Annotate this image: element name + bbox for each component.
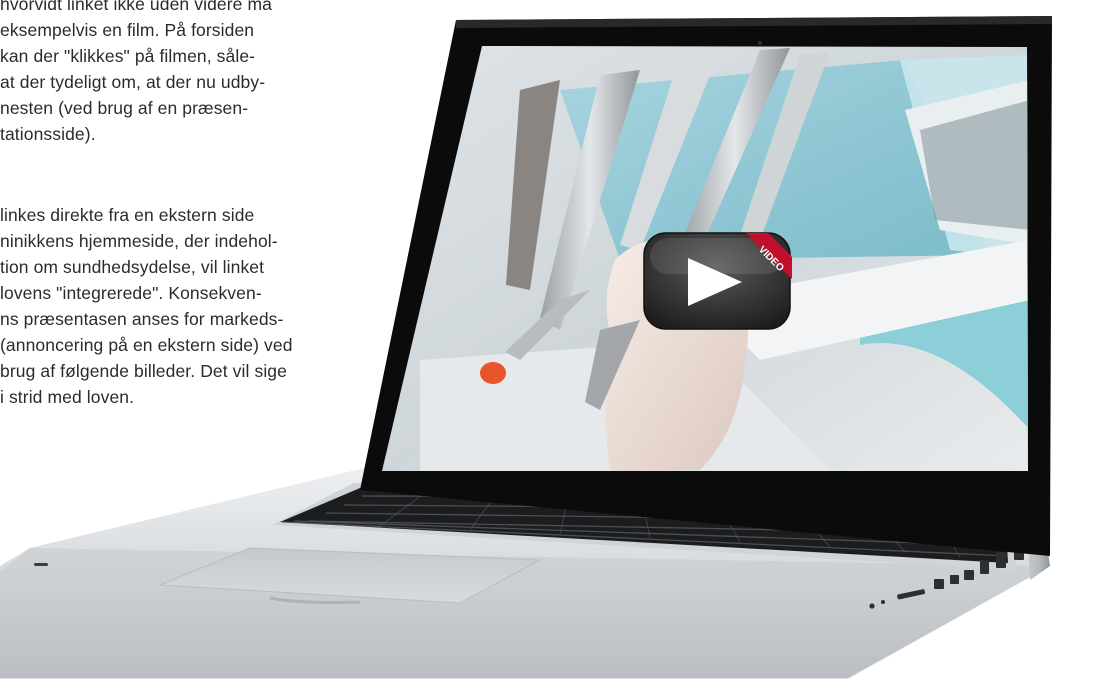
sleep-indicator xyxy=(34,563,48,566)
laptop-illustration: VIDEO xyxy=(0,16,1052,679)
camera-icon xyxy=(758,41,762,45)
